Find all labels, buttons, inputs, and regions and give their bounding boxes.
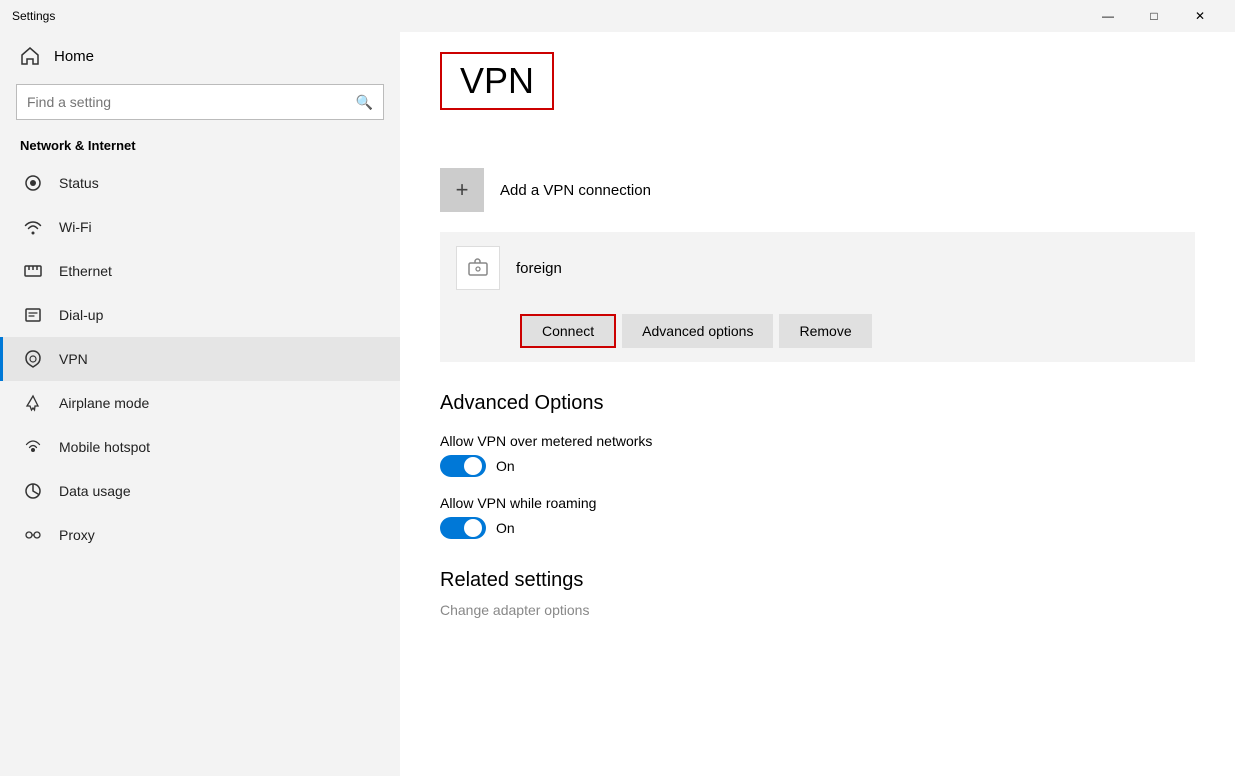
main-content: VPN + Add a VPN connection foreign Conne…: [400, 32, 1235, 776]
search-box[interactable]: 🔍: [16, 84, 384, 120]
dialup-icon: [23, 305, 43, 325]
toggle-roaming-label: Allow VPN while roaming: [440, 495, 1195, 511]
minimize-button[interactable]: —: [1085, 0, 1131, 32]
sidebar-item-label: Data usage: [59, 483, 131, 499]
sidebar-item-label: Airplane mode: [59, 395, 149, 411]
toggle-roaming[interactable]: [440, 517, 486, 539]
toggle-roaming-control: On: [440, 517, 1195, 539]
advanced-options-button[interactable]: Advanced options: [622, 314, 773, 348]
sidebar-item-home[interactable]: Home: [0, 32, 400, 80]
wifi-icon: [23, 217, 43, 237]
remove-button[interactable]: Remove: [779, 314, 871, 348]
airplane-icon: [23, 393, 43, 413]
page-title: VPN: [440, 52, 554, 110]
sidebar-item-label: Dial-up: [59, 307, 103, 323]
vpn-icon: [23, 349, 43, 369]
change-adapter-link[interactable]: Change adapter options: [440, 602, 1195, 618]
maximize-button[interactable]: □: [1131, 0, 1177, 32]
vpn-entry-icon: [456, 246, 500, 290]
status-icon: [23, 173, 43, 193]
home-label: Home: [54, 48, 94, 65]
toggle-metered-state: On: [496, 458, 515, 474]
toggle-roaming-state: On: [496, 520, 515, 536]
advanced-options-title: Advanced Options: [440, 392, 1195, 415]
add-vpn-icon: +: [440, 168, 484, 212]
proxy-icon: [23, 525, 43, 545]
toggle-metered-label: Allow VPN over metered networks: [440, 433, 1195, 449]
add-vpn-row[interactable]: + Add a VPN connection: [440, 158, 1195, 222]
sidebar-item-airplane[interactable]: Airplane mode: [0, 381, 400, 425]
sidebar-item-ethernet[interactable]: Ethernet: [0, 249, 400, 293]
related-settings-title: Related settings: [440, 569, 1195, 592]
window-title: Settings: [12, 9, 1085, 23]
sidebar-item-label: Proxy: [59, 527, 95, 543]
ethernet-icon: [23, 261, 43, 281]
sidebar-item-datausage[interactable]: Data usage: [0, 469, 400, 513]
sidebar-item-status[interactable]: Status: [0, 161, 400, 205]
sidebar-item-proxy[interactable]: Proxy: [0, 513, 400, 557]
vpn-entry-card: foreign Connect Advanced options Remove: [440, 232, 1195, 362]
vpn-entry-top: foreign: [440, 232, 1195, 304]
datausage-icon: [23, 481, 43, 501]
page-header: VPN: [440, 52, 1195, 134]
toggle-metered-control: On: [440, 455, 1195, 477]
sidebar-item-wifi[interactable]: Wi-Fi: [0, 205, 400, 249]
hotspot-icon: [23, 437, 43, 457]
add-vpn-label: Add a VPN connection: [500, 182, 651, 199]
home-icon: [20, 46, 40, 66]
sidebar-item-label: Mobile hotspot: [59, 439, 150, 455]
sidebar-item-label: Ethernet: [59, 263, 112, 279]
sidebar-item-hotspot[interactable]: Mobile hotspot: [0, 425, 400, 469]
toggle-metered[interactable]: [440, 455, 486, 477]
connect-button[interactable]: Connect: [520, 314, 616, 348]
category-label: Network & Internet: [0, 132, 400, 161]
toggle-metered-row: Allow VPN over metered networks On: [440, 433, 1195, 477]
sidebar-item-label: Wi-Fi: [59, 219, 92, 235]
sidebar-item-dialup[interactable]: Dial-up: [0, 293, 400, 337]
plus-icon: +: [456, 177, 469, 203]
search-icon: 🔍: [356, 94, 373, 111]
search-input[interactable]: [27, 94, 348, 110]
toggle-roaming-row: Allow VPN while roaming On: [440, 495, 1195, 539]
sidebar-item-vpn[interactable]: VPN: [0, 337, 400, 381]
titlebar: Settings — □ ✕: [0, 0, 1235, 32]
close-button[interactable]: ✕: [1177, 0, 1223, 32]
sidebar: Home 🔍 Network & Internet Status Wi-Fi: [0, 32, 400, 776]
sidebar-item-label: Status: [59, 175, 99, 191]
app-body: Home 🔍 Network & Internet Status Wi-Fi: [0, 32, 1235, 776]
sidebar-item-label: VPN: [59, 351, 88, 367]
vpn-entry-name: foreign: [516, 260, 562, 277]
window-controls: — □ ✕: [1085, 0, 1223, 32]
vpn-entry-buttons: Connect Advanced options Remove: [440, 304, 1195, 362]
